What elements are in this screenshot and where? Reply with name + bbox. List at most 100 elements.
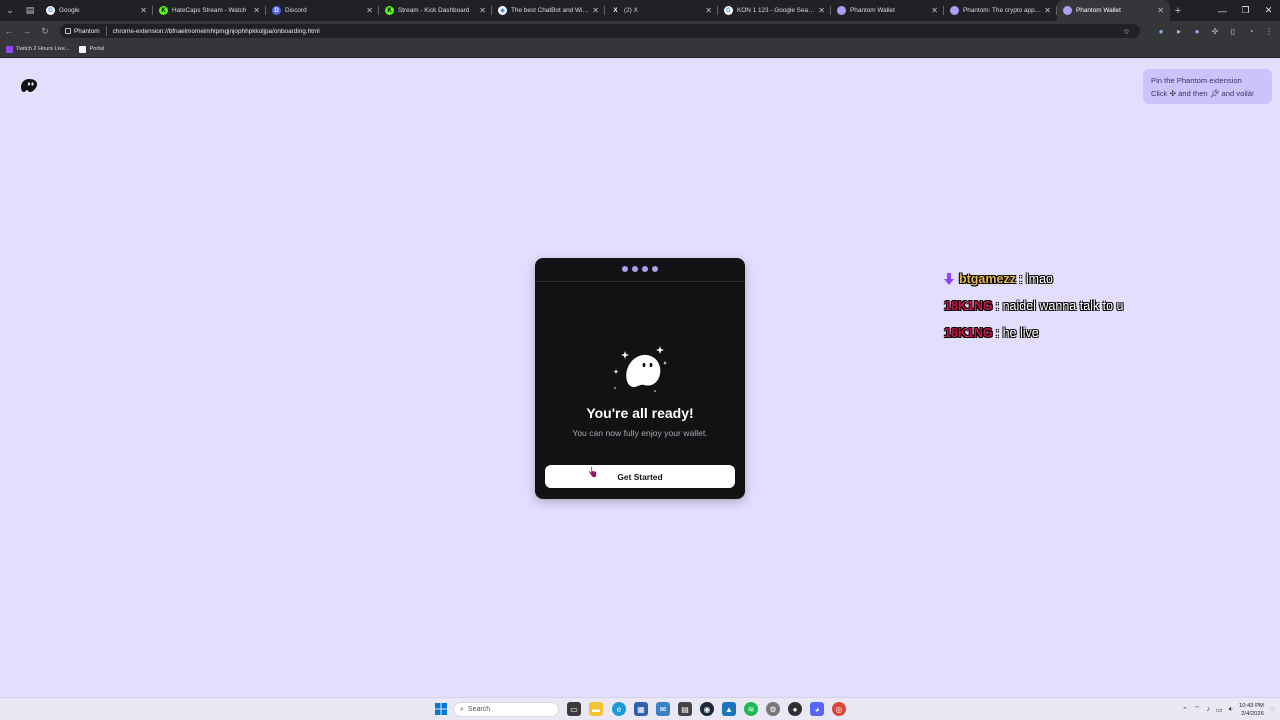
browser-tab[interactable]: G KON 1 123 - Google Search ✕ xyxy=(718,0,831,21)
reload-icon[interactable]: ↻ xyxy=(36,21,54,41)
tab-close-icon[interactable]: ✕ xyxy=(705,6,712,15)
browser-tab[interactable]: K HateCaps Stream - Watch ✕ xyxy=(153,0,266,21)
chat-message: btgamezz: lmao xyxy=(944,265,1244,292)
back-icon[interactable]: ← xyxy=(0,21,18,41)
windows-start-icon[interactable] xyxy=(434,702,448,716)
spotify-icon[interactable]: ≋ xyxy=(744,702,758,716)
toolbar-actions: ● ▸ ● ✣ ▯ ◔ ⋮ xyxy=(1156,21,1274,41)
tab-title: Google xyxy=(59,7,80,14)
password-manager-icon[interactable]: ● xyxy=(1156,26,1166,36)
bookmark-twitch[interactable]: Twitch 2 Hours Live... xyxy=(6,45,69,53)
puzzle-piece-icon: ✣ xyxy=(1169,88,1176,98)
chat-text: : he live xyxy=(995,325,1039,340)
notification-icon[interactable]: ◌ xyxy=(1270,706,1274,713)
chat-username: 18K1NG xyxy=(944,298,993,313)
chat-message: 18K1NG: naidel wanna talk to u xyxy=(944,292,1244,319)
twitch-icon xyxy=(6,45,13,53)
calculator-icon[interactable]: ▤ xyxy=(678,702,692,716)
tab-close-icon[interactable]: ✕ xyxy=(592,6,599,15)
site-info-chip[interactable]: Phantom xyxy=(60,26,107,36)
menu-kebab-icon[interactable]: ⋮ xyxy=(1264,26,1274,36)
tab-title: Phantom: The crypto app fo xyxy=(963,7,1042,14)
clock[interactable]: 10:43 PM 2/4/2026 xyxy=(1239,702,1264,718)
tab-title: Stream - Kick Dashboard xyxy=(398,7,470,14)
chat-text: : lmao xyxy=(1018,271,1053,286)
tab-search-icon[interactable]: ⌄ xyxy=(0,0,20,21)
tab-close-icon[interactable]: ✕ xyxy=(818,6,825,15)
tab-close-icon[interactable]: ✕ xyxy=(479,6,486,15)
chat-username: 18K1NG xyxy=(944,325,993,340)
browser-tab[interactable]: ◆ The best ChatBot and Widge ✕ xyxy=(492,0,605,21)
system-tray: ⌃ ⌔ ♪ ▭ 🔉︎ 10:43 PM 2/4/2026 ◌ xyxy=(1182,701,1274,718)
bookmarks-bar: Twitch 2 Hours Live... Portal xyxy=(0,41,1280,58)
browser-toolbar: ← → ↻ Phantom chrome-extension://bfnaelm… xyxy=(0,21,1280,41)
browser-tab[interactable]: Phantom: The crypto app fo ✕ xyxy=(944,0,1057,21)
steam-icon[interactable]: ◉ xyxy=(700,702,714,716)
forward-icon[interactable]: → xyxy=(18,21,36,41)
stream-chat-overlay: btgamezz: lmao 18K1NG: naidel wanna talk … xyxy=(944,265,1244,346)
tab-favicon-icon: X xyxy=(611,6,620,15)
bookmark-portal[interactable]: Portal xyxy=(79,45,104,53)
url-text[interactable]: chrome-extension://bfnaelmomeimhlpmgjnjo… xyxy=(113,28,320,35)
close-window-icon[interactable]: ✕ xyxy=(1257,0,1280,21)
chat-username: btgamezz xyxy=(959,271,1016,286)
browser-tab[interactable]: K Stream - Kick Dashboard ✕ xyxy=(379,0,492,21)
address-bar[interactable]: Phantom chrome-extension://bfnaelmomeimh… xyxy=(60,24,1140,38)
card-divider xyxy=(535,281,745,282)
browser-tab[interactable]: D Discord ✕ xyxy=(266,0,379,21)
profile-icon[interactable]: ◔ xyxy=(1246,26,1256,36)
file-explorer-icon[interactable]: ▬ xyxy=(589,702,603,716)
volume-icon[interactable]: 🔉︎ xyxy=(1229,706,1233,714)
media-icon[interactable]: ▸ xyxy=(1174,26,1184,36)
tab-close-icon[interactable]: ✕ xyxy=(253,6,260,15)
step-dot xyxy=(652,266,658,272)
tab-favicon-icon: K xyxy=(159,6,168,15)
phantom-extension-icon[interactable]: ● xyxy=(1192,26,1202,36)
minimize-icon[interactable]: — xyxy=(1211,0,1234,21)
browser-tab[interactable]: Phantom Wallet ✕ xyxy=(831,0,944,21)
browser-tab[interactable]: Phantom Wallet ✕ xyxy=(1057,0,1170,21)
tab-title: Discord xyxy=(285,7,307,14)
obs-icon[interactable]: ● xyxy=(788,702,802,716)
tab-close-icon[interactable]: ✕ xyxy=(931,6,938,15)
tab-groups-icon[interactable]: ▤ xyxy=(20,0,40,21)
settings-icon[interactable]: ⚙ xyxy=(766,702,780,716)
restore-icon[interactable]: ❐ xyxy=(1234,0,1257,21)
taskbar-search[interactable]: ⌕ Search xyxy=(453,702,559,717)
photos-icon[interactable]: ▲ xyxy=(722,702,736,716)
tab-title: The best ChatBot and Widge xyxy=(511,7,590,14)
pin-extension-hint: Pin the Phantom extension Click ✣ and th… xyxy=(1143,69,1272,104)
window-controls: — ❐ ✕ xyxy=(1211,0,1280,21)
mic-icon[interactable]: ♪ xyxy=(1206,706,1210,713)
tab-title: (2) X xyxy=(624,7,638,14)
tab-close-icon[interactable]: ✕ xyxy=(140,6,147,15)
new-tab-button[interactable]: + xyxy=(1170,5,1186,17)
network-icon[interactable]: ⌔ xyxy=(1194,705,1201,714)
tab-close-icon[interactable]: ✕ xyxy=(1044,6,1051,15)
tab-close-icon[interactable]: ✕ xyxy=(1157,6,1164,15)
tab-list: G Google ✕ K HateCaps Stream - Watch ✕ D Discor… xyxy=(40,0,1170,21)
sidebar-icon[interactable]: ▯ xyxy=(1228,26,1238,36)
discord-icon[interactable]: ◕ xyxy=(810,702,824,716)
tab-title: Phantom Wallet xyxy=(1076,7,1121,14)
tab-close-icon[interactable]: ✕ xyxy=(366,6,373,15)
search-icon: ⌕ xyxy=(460,705,464,713)
pin-icon: 📌︎ xyxy=(1209,88,1220,98)
store-icon[interactable]: ▦ xyxy=(634,702,648,716)
browser-tab[interactable]: G Google ✕ xyxy=(40,0,153,21)
tab-favicon-icon xyxy=(950,6,959,15)
extensions-puzzle-icon[interactable]: ✣ xyxy=(1210,26,1220,36)
extension-page-icon xyxy=(65,28,71,34)
bookmark-star-icon[interactable]: ☆ xyxy=(1123,27,1130,36)
tab-favicon-icon xyxy=(837,6,846,15)
tray-overflow-icon[interactable]: ⌃ xyxy=(1182,706,1188,714)
step-dot xyxy=(632,266,638,272)
display-icon[interactable]: ▭ xyxy=(1216,706,1223,714)
task-view-icon[interactable]: ▭ xyxy=(567,702,581,716)
pin-hint-title: Pin the Phantom extension xyxy=(1151,76,1242,85)
edge-icon[interactable]: e xyxy=(612,702,626,716)
mail-icon[interactable]: ✉ xyxy=(656,702,670,716)
chrome-icon[interactable]: ◎ xyxy=(832,702,846,716)
browser-tab[interactable]: X (2) X ✕ xyxy=(605,0,718,21)
get-started-button[interactable]: Get Started xyxy=(545,465,735,488)
